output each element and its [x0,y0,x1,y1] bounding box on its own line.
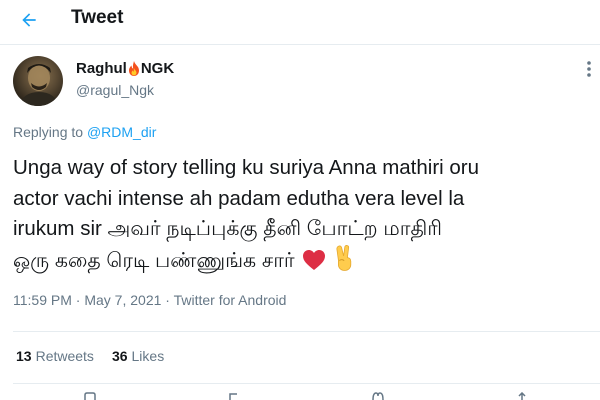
more-options-icon[interactable] [580,58,598,80]
tweet-line: Unga way of story telling ku suriya Anna… [13,156,480,179]
tweet-body: Unga way of story telling ku suriya Anna… [13,153,598,276]
avatar[interactable] [13,56,63,106]
reply-icon[interactable] [84,392,96,400]
retweets-stat[interactable]: 13 Retweets [16,348,94,364]
tweet-stats: 13 Retweets 36 Likes [16,348,164,364]
likes-label: Likes [131,348,165,364]
tweet-meta: 11:59 PM · May 7, 2021 · Twitter for And… [13,292,286,308]
tweet-line: ஒரு கதை ரெடி பண்ணுங்க சார் [13,248,295,272]
meta-separator: · [161,292,174,308]
top-bar: Tweet [0,0,600,45]
tweet-date[interactable]: May 7, 2021 [84,292,161,308]
tweet-source[interactable]: Twitter for Android [174,292,287,308]
likes-count: 36 [111,348,128,364]
author-name-part2: NGK [140,60,175,77]
tweet-line: irukum sir அவர் நடிப்புக்கு தீனி போட்ற ம… [13,217,443,240]
avatar-portrait-icon [19,64,59,106]
replying-to-label: Replying to [13,124,84,140]
back-button[interactable] [14,5,44,35]
retweets-label: Retweets [35,348,94,364]
divider [13,383,600,384]
author-handle[interactable]: @ragul_Ngk [76,82,154,98]
fire-icon [128,61,139,76]
share-icon[interactable] [516,392,528,400]
back-arrow-icon [22,13,36,27]
author-name-part1: Raghul [76,60,127,77]
victory-hand-icon [336,244,352,271]
tweet-time[interactable]: 11:59 PM [13,292,72,308]
retweets-count: 13 [16,348,32,364]
like-icon[interactable] [372,392,384,400]
author-name[interactable]: Raghul NGK [76,60,174,77]
page-title: Tweet [71,7,124,28]
likes-stat[interactable]: 36 Likes [112,348,164,364]
replying-to: Replying to @RDM_dir [13,124,156,140]
retweet-icon[interactable] [228,392,240,400]
divider [13,331,600,332]
red-heart-icon [303,249,326,270]
reply-mention-link[interactable]: @RDM_dir [87,124,156,140]
tweet-line: actor vachi intense ah padam edutha vera… [13,186,465,210]
meta-separator: · [71,292,85,308]
tweet-line-last: ஒரு கதை ரெடி பண்ணுங்க சார் [13,244,598,277]
